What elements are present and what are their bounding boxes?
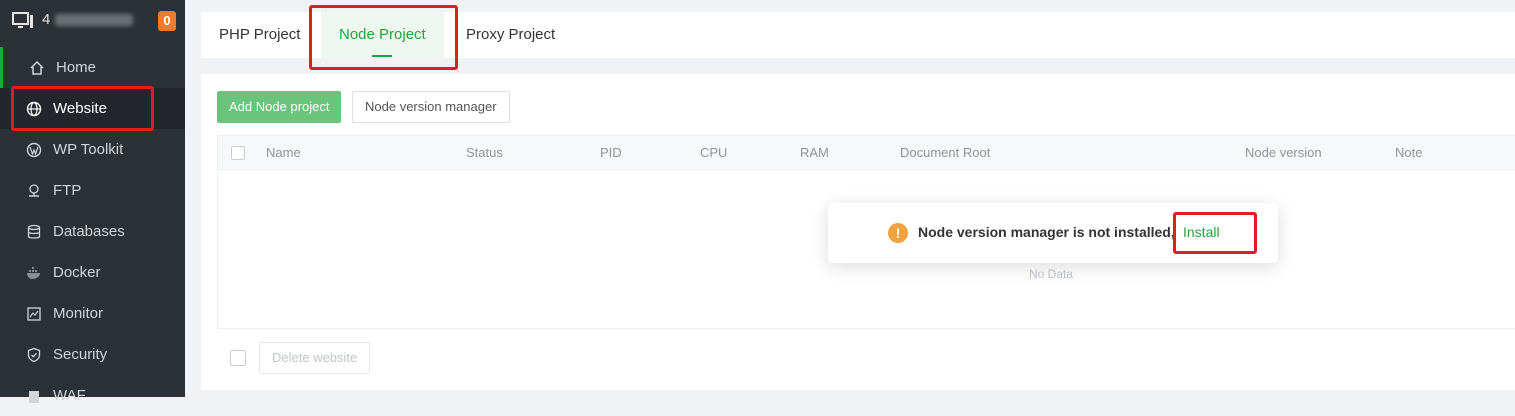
highlight-box-node-project xyxy=(309,5,458,70)
column-header-pid[interactable]: PID xyxy=(600,136,622,170)
sidebar-item-label: WP Toolkit xyxy=(53,141,124,158)
empty-table-text: No Data xyxy=(1029,267,1074,281)
home-icon xyxy=(29,60,45,76)
server-name-redacted xyxy=(55,14,133,26)
column-header-note[interactable]: Note xyxy=(1395,136,1422,170)
waf-icon xyxy=(26,388,42,404)
column-header-document-root[interactable]: Document Root xyxy=(900,136,990,170)
computer-icon xyxy=(12,12,33,28)
sidebar-item-label: Security xyxy=(53,346,108,363)
shield-icon xyxy=(26,347,42,363)
sidebar-item-ftp[interactable]: FTP xyxy=(0,170,185,211)
select-all-checkbox[interactable] xyxy=(231,146,245,160)
monitor-icon xyxy=(26,306,42,322)
database-icon xyxy=(26,224,42,240)
footer-select-checkbox[interactable] xyxy=(230,350,246,366)
sidebar-item-label: Home xyxy=(56,59,97,76)
sidebar-item-wp-toolkit[interactable]: WP Toolkit xyxy=(0,129,185,170)
notification-badge[interactable]: 0 xyxy=(158,11,176,31)
tab-php-project[interactable]: PHP Project xyxy=(219,12,300,58)
column-header-ram[interactable]: RAM xyxy=(800,136,829,170)
warning-icon: ! xyxy=(888,223,908,243)
node-version-manager-button[interactable]: Node version manager xyxy=(352,91,510,123)
sidebar-item-monitor[interactable]: Monitor xyxy=(0,293,185,334)
sidebar-item-waf[interactable]: WAF xyxy=(0,375,185,416)
add-node-project-button[interactable]: Add Node project xyxy=(217,91,342,123)
highlight-box-website xyxy=(11,86,154,131)
ftp-icon xyxy=(26,183,42,199)
highlight-box-install xyxy=(1173,212,1257,254)
sidebar-item-label: Databases xyxy=(53,223,125,240)
column-header-cpu[interactable]: CPU xyxy=(700,136,727,170)
toast-message: Node version manager is not installed, xyxy=(918,224,1175,240)
column-header-name[interactable]: Name xyxy=(266,136,301,170)
sidebar-item-security[interactable]: Security xyxy=(0,334,185,375)
sidebar-item-label: Docker xyxy=(53,264,101,281)
docker-icon xyxy=(26,265,42,281)
table-header: Name Status PID CPU RAM Document Root No… xyxy=(218,136,1515,170)
sidebar: 4 0 Home Website WP Toolkit FTP Database… xyxy=(0,0,188,404)
server-header[interactable]: 4 0 xyxy=(0,0,185,42)
server-name: 4 xyxy=(42,11,51,28)
column-header-status[interactable]: Status xyxy=(466,136,503,170)
tab-proxy-project[interactable]: Proxy Project xyxy=(466,12,555,58)
sidebar-item-label: Monitor xyxy=(53,305,104,322)
sidebar-item-label: FTP xyxy=(53,182,82,199)
sidebar-item-label: WAF xyxy=(53,387,86,404)
sidebar-item-docker[interactable]: Docker xyxy=(0,252,185,293)
delete-website-button[interactable]: Delete website xyxy=(259,342,371,374)
wordpress-icon xyxy=(26,142,42,158)
column-header-node-version[interactable]: Node version xyxy=(1245,136,1322,170)
sidebar-item-home[interactable]: Home xyxy=(0,47,188,88)
sidebar-item-databases[interactable]: Databases xyxy=(0,211,185,252)
